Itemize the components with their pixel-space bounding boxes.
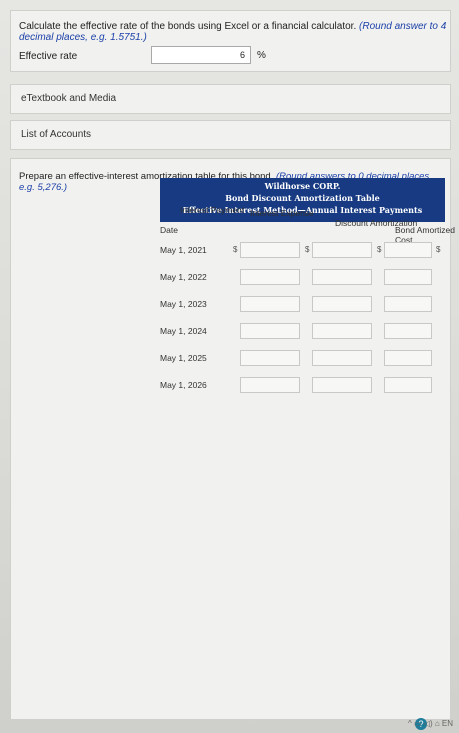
table-cell-input[interactable] — [312, 323, 372, 339]
table-cell-input[interactable] — [384, 350, 432, 366]
system-tray[interactable]: ^ ▭ ◁) ⌂ EN — [408, 719, 453, 728]
interest-payment-header: Interest Payment — [180, 205, 245, 215]
table-cell-input[interactable] — [384, 296, 432, 312]
table-cell-input[interactable] — [384, 323, 432, 339]
table-cell-input[interactable] — [312, 377, 372, 393]
interest-expense-header: Interest Expense — [250, 208, 314, 218]
date-row-label: May 1, 2023 — [160, 299, 207, 309]
currency-symbol: $ — [436, 245, 441, 254]
table-cell-input[interactable] — [240, 350, 300, 366]
table-cell-input[interactable] — [240, 377, 300, 393]
currency-symbol: $ — [305, 245, 310, 254]
date-row-label: May 1, 2021 — [160, 245, 207, 255]
table-cell-input[interactable] — [240, 242, 300, 258]
table-cell-input[interactable] — [312, 269, 372, 285]
etextbook-link[interactable]: eTextbook and Media — [21, 93, 116, 104]
effective-rate-label: Effective rate — [19, 51, 78, 62]
effective-rate-question: Calculate the effective rate of the bond… — [10, 10, 451, 72]
date-header: Date — [160, 225, 178, 235]
table-name: Bond Discount Amortization Table — [225, 193, 380, 203]
date-row-label: May 1, 2026 — [160, 380, 207, 390]
currency-symbol: $ — [377, 245, 382, 254]
table-cell-input[interactable] — [240, 323, 300, 339]
effective-rate-input[interactable]: 6 — [151, 46, 251, 64]
question-text: Calculate the effective rate of the bond… — [19, 21, 447, 43]
table-cell-input[interactable] — [312, 242, 372, 258]
percent-unit: % — [257, 50, 266, 61]
table-cell-input[interactable] — [384, 242, 432, 258]
table-cell-input[interactable] — [384, 377, 432, 393]
table-cell-input[interactable] — [312, 296, 372, 312]
table-cell-input[interactable] — [312, 350, 372, 366]
page: Calculate the effective rate of the bond… — [0, 0, 459, 733]
table-cell-input[interactable] — [384, 269, 432, 285]
company-name: Wildhorse CORP. — [264, 181, 341, 191]
date-row-label: May 1, 2022 — [160, 272, 207, 282]
date-row-label: May 1, 2025 — [160, 353, 207, 363]
table-cell-input[interactable] — [240, 269, 300, 285]
etextbook-link-panel[interactable]: eTextbook and Media — [10, 84, 451, 114]
accounts-link[interactable]: List of Accounts — [21, 129, 91, 140]
date-row-label: May 1, 2024 — [160, 326, 207, 336]
table-cell-input[interactable] — [240, 296, 300, 312]
currency-symbol: $ — [233, 245, 238, 254]
accounts-link-panel[interactable]: List of Accounts — [10, 120, 451, 150]
